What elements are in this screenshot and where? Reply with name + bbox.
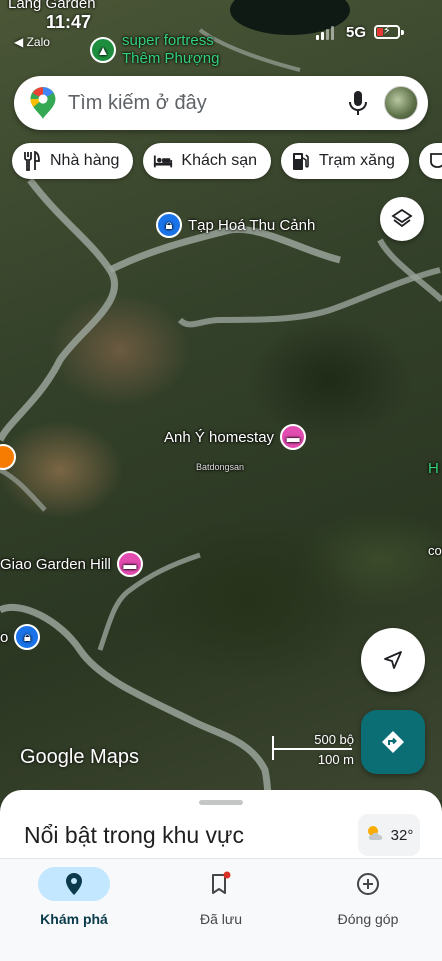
clock: 11:47	[46, 12, 92, 32]
nav-label: Đã lưu	[199, 911, 243, 927]
directions-icon	[382, 731, 404, 753]
chip-label: Trạm xăng	[319, 152, 395, 169]
gas-station-icon	[291, 151, 311, 171]
bookmark-icon	[212, 871, 231, 894]
scale-bar	[272, 748, 352, 750]
status-bar: 11:47 ◀ Zalo 5G ⚡︎	[0, 0, 442, 56]
add-circle-icon	[357, 873, 379, 895]
nav-saved[interactable]: Đã lưu	[151, 867, 291, 927]
map-scale: 500 bộ 100 m	[272, 732, 354, 768]
chip-cafe[interactable]	[418, 143, 442, 179]
map-place-partial-left[interactable]: o 🔒︎	[0, 624, 41, 650]
nav-explore[interactable]: Khám phá	[4, 867, 144, 927]
food-icon	[0, 444, 16, 470]
scale-label-meters: 100 m	[317, 752, 354, 767]
explore-pin-icon	[66, 873, 82, 895]
shopping-bag-icon: 🔒︎	[156, 212, 182, 238]
nav-explore-indicator	[38, 867, 110, 901]
nav-contribute[interactable]: Đóng góp	[298, 867, 438, 927]
shopping-bag-icon: 🔒︎	[14, 624, 41, 650]
signal-icon	[316, 26, 334, 40]
directions-button[interactable]	[361, 710, 425, 774]
map-layers-button[interactable]	[380, 197, 424, 241]
place-label: Giao Garden Hill	[0, 555, 111, 573]
account-avatar[interactable]	[384, 86, 418, 120]
place-label: H	[428, 460, 439, 477]
scale-label-feet: 500 bộ	[314, 732, 354, 747]
sheet-drag-handle[interactable]	[199, 800, 243, 805]
map-place-anh-y-homestay[interactable]: Anh Ý homestay ▬	[164, 424, 307, 450]
navigation-arrow-icon	[384, 651, 402, 669]
watermark: Batdongsan	[196, 462, 244, 472]
nav-contribute-indicator	[332, 867, 404, 901]
chip-gas-stations[interactable]: Trạm xăng	[281, 143, 409, 179]
place-label: co	[428, 543, 442, 558]
place-label: Anh Ý homestay	[164, 428, 275, 446]
sheet-title: Nổi bật trong khu vực	[24, 822, 244, 848]
nav-label: Đóng góp	[337, 911, 399, 927]
category-chips: Nhà hàng Khách sạn Trạm xăng	[12, 143, 442, 179]
battery-tip	[401, 30, 404, 35]
charging-bolt-icon: ⚡︎	[383, 25, 391, 37]
chip-label: Khách sạn	[181, 152, 257, 169]
scale-tick	[272, 750, 274, 760]
map-place-tap-hoa-thu-canh[interactable]: 🔒︎ Tạp Hoá Thu Cảnh	[156, 212, 315, 238]
watermark-text: Batdongsan	[196, 462, 245, 472]
microphone-icon[interactable]	[346, 89, 370, 117]
temperature-label: 32°	[390, 826, 414, 844]
my-location-button[interactable]	[361, 628, 425, 692]
bed-icon: ▬	[280, 424, 307, 450]
google-maps-logo-icon	[30, 87, 56, 119]
cafe-icon	[429, 151, 442, 171]
bed-icon: ▬	[116, 551, 143, 577]
battery-icon: ⚡︎	[374, 25, 400, 39]
network-type: 5G	[346, 24, 367, 41]
chip-label: Nhà hàng	[50, 152, 120, 169]
google-maps-wordmark: Google Maps	[20, 746, 139, 768]
weather-badge[interactable]: 32°	[358, 814, 420, 856]
nav-saved-indicator	[185, 867, 257, 901]
nav-label: Khám phá	[40, 911, 108, 927]
chip-restaurants[interactable]: Nhà hàng	[12, 143, 134, 179]
map-place-giao-garden-hill[interactable]: Giao Garden Hill ▬	[0, 551, 143, 577]
restaurant-icon	[22, 151, 42, 171]
search-input[interactable]: Tìm kiếm ở đây	[68, 92, 346, 115]
map-label-edge-right-2: co	[428, 543, 442, 558]
place-label: Tạp Hoá Thu Cảnh	[188, 216, 316, 234]
bottom-navigation: Khám phá Đã lưu Đóng góp	[0, 858, 442, 961]
map-pin-partial-orange[interactable]	[0, 444, 16, 470]
back-to-app-link[interactable]: ◀ Zalo	[14, 35, 50, 49]
hotel-icon	[153, 151, 173, 171]
layers-icon	[391, 208, 413, 228]
search-bar[interactable]: Tìm kiếm ở đây	[14, 76, 428, 130]
place-label: o	[0, 628, 9, 646]
partly-sunny-icon	[365, 824, 387, 846]
scale-tick	[272, 736, 274, 748]
chip-hotels[interactable]: Khách sạn	[143, 143, 271, 179]
map-label-edge-right-1: H	[428, 460, 439, 477]
